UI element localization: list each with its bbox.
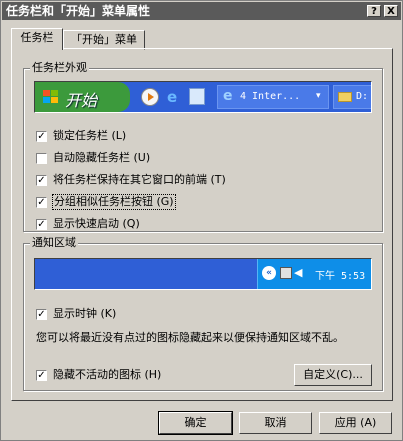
lock-taskbar-checkbox[interactable]: ✓	[36, 131, 47, 142]
tab-panel: 任务栏外观 开始 e e 4 Inter... ▾ D: ✓ 锁定任务栏 (L)…	[11, 48, 393, 401]
apply-button[interactable]: 应用 (A)	[319, 412, 392, 434]
hide-inactive-checkbox[interactable]: ✓	[36, 370, 47, 381]
taskbar-appearance-label: 任务栏外观	[30, 61, 89, 74]
task-label: 4 Inter...	[240, 91, 301, 102]
ie-icon: e	[167, 88, 178, 106]
close-button[interactable]: X	[384, 5, 398, 17]
tray-preview: « ◀ 下午 5:53	[34, 258, 372, 290]
speaker-icon: ◀	[294, 266, 303, 279]
clock-text: 下午 5:53	[315, 271, 366, 282]
window-title: 任务栏和「开始」菜单属性	[6, 4, 151, 18]
folder-icon	[338, 92, 352, 102]
ie-task-button: e 4 Inter... ▾	[217, 85, 329, 109]
show-clock-checkbox[interactable]: ✓	[36, 309, 47, 320]
chevron-left-icon: «	[262, 266, 276, 280]
quick-launch-label: 显示快速启动 (Q)	[53, 217, 140, 230]
folder-label: D:	[356, 91, 369, 102]
keep-on-top-label: 将任务栏保持在其它窗口的前端 (T)	[53, 173, 226, 186]
network-icon	[280, 267, 292, 279]
start-label: 开始	[65, 91, 98, 110]
lock-taskbar-label: 锁定任务栏 (L)	[53, 129, 127, 142]
notification-tray: « ◀ 下午 5:53	[257, 259, 371, 289]
dropdown-arrow-icon: ▾	[316, 91, 321, 101]
group-buttons-label: 分组相似任务栏按钮 (G)	[52, 194, 176, 210]
keep-on-top-checkbox[interactable]: ✓	[36, 175, 47, 186]
ok-button[interactable]: 确定	[158, 411, 233, 435]
auto-hide-label: 自动隐藏任务栏 (U)	[53, 151, 151, 164]
ie-task-icon: e	[223, 88, 233, 104]
notification-description: 您可以将最近没有点过的图标隐藏起来以便保持通知区域不乱。	[36, 331, 344, 344]
help-button[interactable]: ?	[367, 5, 381, 17]
properties-dialog: 任务栏和「开始」菜单属性 ? X 任务栏 「开始」菜单 任务栏外观 开始 e e…	[0, 0, 403, 441]
show-clock-label: 显示时钟 (K)	[53, 307, 117, 320]
auto-hide-checkbox[interactable]	[36, 153, 47, 164]
media-player-icon	[141, 88, 159, 106]
folder-task-button: D:	[333, 85, 371, 109]
taskbar-appearance-group: 任务栏外观 开始 e e 4 Inter... ▾ D: ✓ 锁定任务栏 (L)…	[23, 61, 383, 232]
title-bar[interactable]: 任务栏和「开始」菜单属性 ? X	[2, 2, 401, 20]
quick-launch-checkbox[interactable]: ✓	[36, 219, 47, 230]
notification-area-label: 通知区域	[30, 236, 78, 249]
start-button-preview: 开始	[35, 82, 130, 112]
tab-start-menu[interactable]: 「开始」菜单	[63, 30, 145, 50]
taskbar-preview: 开始 e e 4 Inter... ▾ D:	[34, 81, 372, 113]
windows-logo-icon	[43, 90, 59, 107]
hide-inactive-label: 隐藏不活动的图标 (H)	[53, 368, 162, 381]
cancel-button[interactable]: 取消	[239, 412, 312, 434]
group-buttons-checkbox[interactable]: ✓	[36, 197, 47, 208]
tab-taskbar[interactable]: 任务栏	[11, 28, 63, 50]
quick-launch-icon	[189, 88, 205, 105]
customize-button[interactable]: 自定义(C)...	[294, 364, 372, 386]
notification-area-group: 通知区域 « ◀ 下午 5:53 ✓ 显示时钟 (K) 您可以将最近没有点过的图…	[23, 236, 383, 391]
